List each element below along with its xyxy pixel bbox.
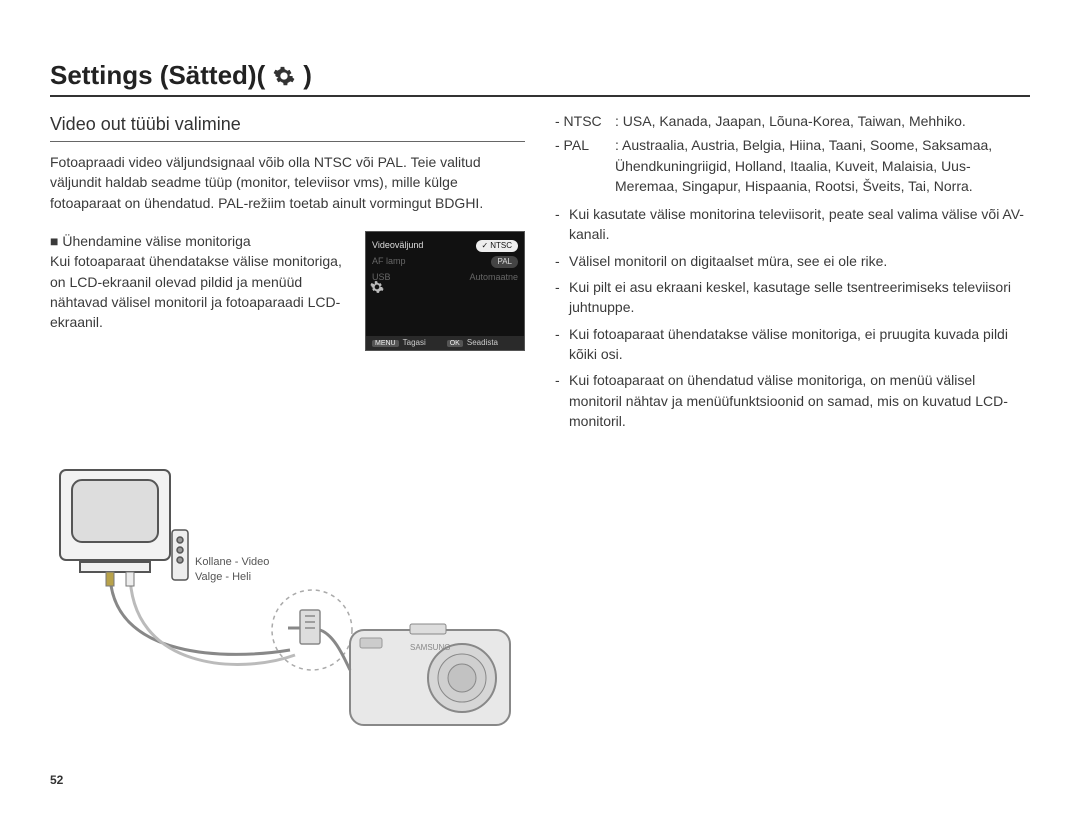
- camera-menu-screenshot: Videoväljund NTSC AF lamp PAL USB Automa…: [365, 231, 525, 351]
- standard-definitions: - NTSC : USA, Kanada, Jaapan, Lõuna-Kore…: [555, 111, 1030, 196]
- menu-item-aflamp: AF lamp: [372, 255, 406, 268]
- notes-list: -Kui kasutate välise monitorina televiis…: [555, 204, 1030, 431]
- title-suffix: ): [303, 60, 312, 91]
- dash-icon: -: [555, 251, 569, 271]
- intro-paragraph: Fotoapraadi video väljundsignaal võib ol…: [50, 152, 525, 213]
- dash-icon: -: [555, 370, 569, 431]
- menu-key-back: MENU: [372, 340, 399, 347]
- menu-item-videoout: Videoväljund: [372, 239, 423, 252]
- cable-color-labels: Kollane - Video Valge - Heli: [195, 555, 269, 586]
- note-3: Kui pilt ei asu ekraani keskel, kasutage…: [569, 277, 1030, 318]
- dash-icon: -: [555, 324, 569, 365]
- label-white: Valge - Heli: [195, 570, 269, 585]
- note-5: Kui fotoaparaat on ühendatud välise moni…: [569, 370, 1030, 431]
- menu-option-auto: Automaatne: [469, 271, 518, 284]
- dash-icon: -: [555, 277, 569, 318]
- page-title: Settings (Sätted)( ): [50, 60, 312, 91]
- bullet-body: Kui fotoaparaat ühendatakse välise monit…: [50, 251, 353, 332]
- page-title-row: Settings (Sätted)( ): [50, 60, 1030, 97]
- dash-icon: -: [555, 204, 569, 245]
- right-column: - NTSC : USA, Kanada, Jaapan, Lõuna-Kore…: [555, 111, 1030, 437]
- menu-label-back: Tagasi: [403, 338, 426, 347]
- note-2: Välisel monitoril on digitaalset müra, s…: [569, 251, 887, 271]
- pal-term: - PAL: [555, 135, 615, 196]
- menu-option-ntsc: NTSC: [476, 240, 518, 252]
- gear-icon: [370, 280, 384, 298]
- bullet-heading: ■ Ühendamine välise monitoriga: [50, 231, 353, 251]
- menu-key-ok: OK: [447, 340, 463, 347]
- page-number: 52: [50, 773, 63, 787]
- title-prefix: Settings (Sätted)(: [50, 60, 265, 91]
- connection-illustration: SAMSUNG: [50, 460, 550, 760]
- ntsc-desc: : USA, Kanada, Jaapan, Lõuna-Korea, Taiw…: [615, 111, 1030, 131]
- svg-text:SAMSUNG: SAMSUNG: [410, 643, 450, 652]
- left-column: Video out tüübi valimine Fotoapraadi vid…: [50, 111, 525, 437]
- bullet-square-icon: ■ Ühendamine välise monitoriga: [50, 233, 251, 249]
- label-yellow: Kollane - Video: [195, 555, 269, 570]
- connection-block: ■ Ühendamine välise monitoriga Kui fotoa…: [50, 231, 353, 332]
- note-4: Kui fotoaparaat ühendatakse välise monit…: [569, 324, 1030, 365]
- section-heading: Video out tüübi valimine: [50, 111, 525, 142]
- gear-icon: [273, 65, 295, 87]
- menu-label-ok: Seadista: [467, 338, 498, 347]
- menu-option-pal: PAL: [491, 256, 518, 268]
- ntsc-term: - NTSC: [555, 111, 615, 131]
- pal-desc: : Austraalia, Austria, Belgia, Hiina, Ta…: [615, 135, 1030, 196]
- note-1: Kui kasutate välise monitorina televiiso…: [569, 204, 1030, 245]
